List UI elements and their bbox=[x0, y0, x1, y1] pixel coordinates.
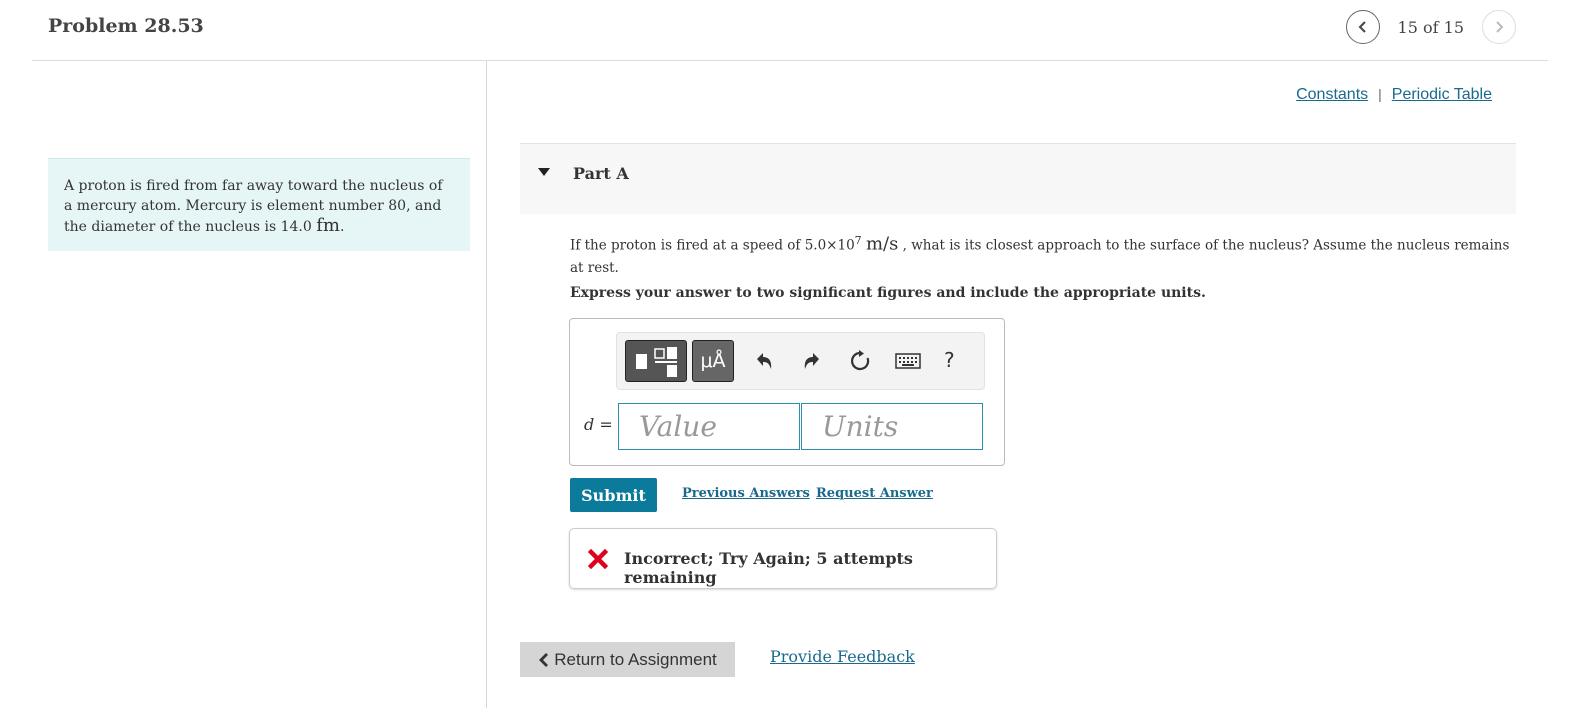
reset-icon bbox=[851, 350, 870, 371]
units-button[interactable]: μÅ bbox=[692, 340, 734, 382]
part-a-header[interactable]: Part A bbox=[520, 143, 1516, 214]
intro-text: A proton is fired from far away toward t… bbox=[64, 178, 443, 235]
undo-icon bbox=[757, 353, 772, 369]
question-exponent: 7 bbox=[854, 234, 862, 247]
previous-answers-link[interactable]: Previous Answers bbox=[682, 486, 810, 501]
question-unit: m/s bbox=[865, 233, 899, 255]
x-icon bbox=[588, 549, 608, 569]
problem-navigation: 15 of 15 bbox=[1345, 10, 1516, 44]
keyboard-button[interactable] bbox=[893, 348, 923, 374]
templates-button[interactable] bbox=[625, 340, 687, 382]
provide-feedback-link[interactable]: Provide Feedback bbox=[770, 647, 915, 666]
resource-links: Constants | Periodic Table bbox=[1296, 86, 1492, 104]
redo-button[interactable] bbox=[799, 348, 825, 374]
math-toolbar: μÅ ? bbox=[616, 332, 985, 390]
intro-unit: fm bbox=[316, 215, 340, 236]
intro-end: . bbox=[339, 219, 345, 235]
feedback-message: Incorrect; Try Again; 5 attempts remaini… bbox=[569, 528, 997, 589]
variable-name: d bbox=[584, 415, 595, 434]
previous-problem-button[interactable] bbox=[1345, 10, 1380, 44]
chevron-left-icon bbox=[1358, 21, 1366, 33]
chevron-left-icon bbox=[538, 652, 550, 668]
help-button[interactable]: ? bbox=[944, 348, 955, 372]
answer-instruction: Express your answer to two significant f… bbox=[570, 285, 1206, 301]
problem-intro: A proton is fired from far away toward t… bbox=[48, 158, 470, 251]
variable-label: d = bbox=[584, 415, 613, 434]
periodic-table-link[interactable]: Periodic Table bbox=[1392, 86, 1492, 103]
redo-icon bbox=[804, 353, 819, 369]
question-text: If the proton is fired at a speed of 5.0… bbox=[570, 230, 1515, 279]
problem-title: Problem 28.53 bbox=[48, 15, 204, 37]
request-answer-link[interactable]: Request Answer bbox=[816, 486, 933, 501]
caret-down-icon bbox=[538, 168, 550, 176]
return-label: Return to Assignment bbox=[554, 649, 717, 669]
templates-icon bbox=[636, 347, 677, 377]
answer-box: μÅ ? d = bbox=[569, 318, 1005, 466]
link-separator: | bbox=[1378, 86, 1382, 102]
reset-button[interactable] bbox=[847, 348, 873, 374]
return-to-assignment-button[interactable]: Return to Assignment bbox=[520, 642, 735, 677]
constants-link[interactable]: Constants bbox=[1296, 86, 1368, 103]
part-title: Part A bbox=[573, 164, 629, 183]
units-input[interactable] bbox=[801, 403, 983, 450]
submit-button[interactable]: Submit bbox=[570, 478, 657, 512]
problem-count: 15 of 15 bbox=[1397, 17, 1464, 37]
problem-header: Problem 28.53 15 of 15 bbox=[32, 0, 1548, 61]
next-problem-button[interactable] bbox=[1482, 10, 1516, 44]
feedback-text: Incorrect; Try Again; 5 attempts remaini… bbox=[624, 549, 913, 587]
undo-button[interactable] bbox=[751, 348, 777, 374]
value-input[interactable] bbox=[618, 403, 800, 450]
question-text-before: If the proton is fired at a speed of 5.0… bbox=[570, 237, 855, 254]
equals-sign: = bbox=[594, 415, 613, 434]
keyboard-icon bbox=[895, 353, 921, 369]
column-divider bbox=[486, 61, 487, 708]
chevron-right-icon bbox=[1496, 21, 1504, 33]
